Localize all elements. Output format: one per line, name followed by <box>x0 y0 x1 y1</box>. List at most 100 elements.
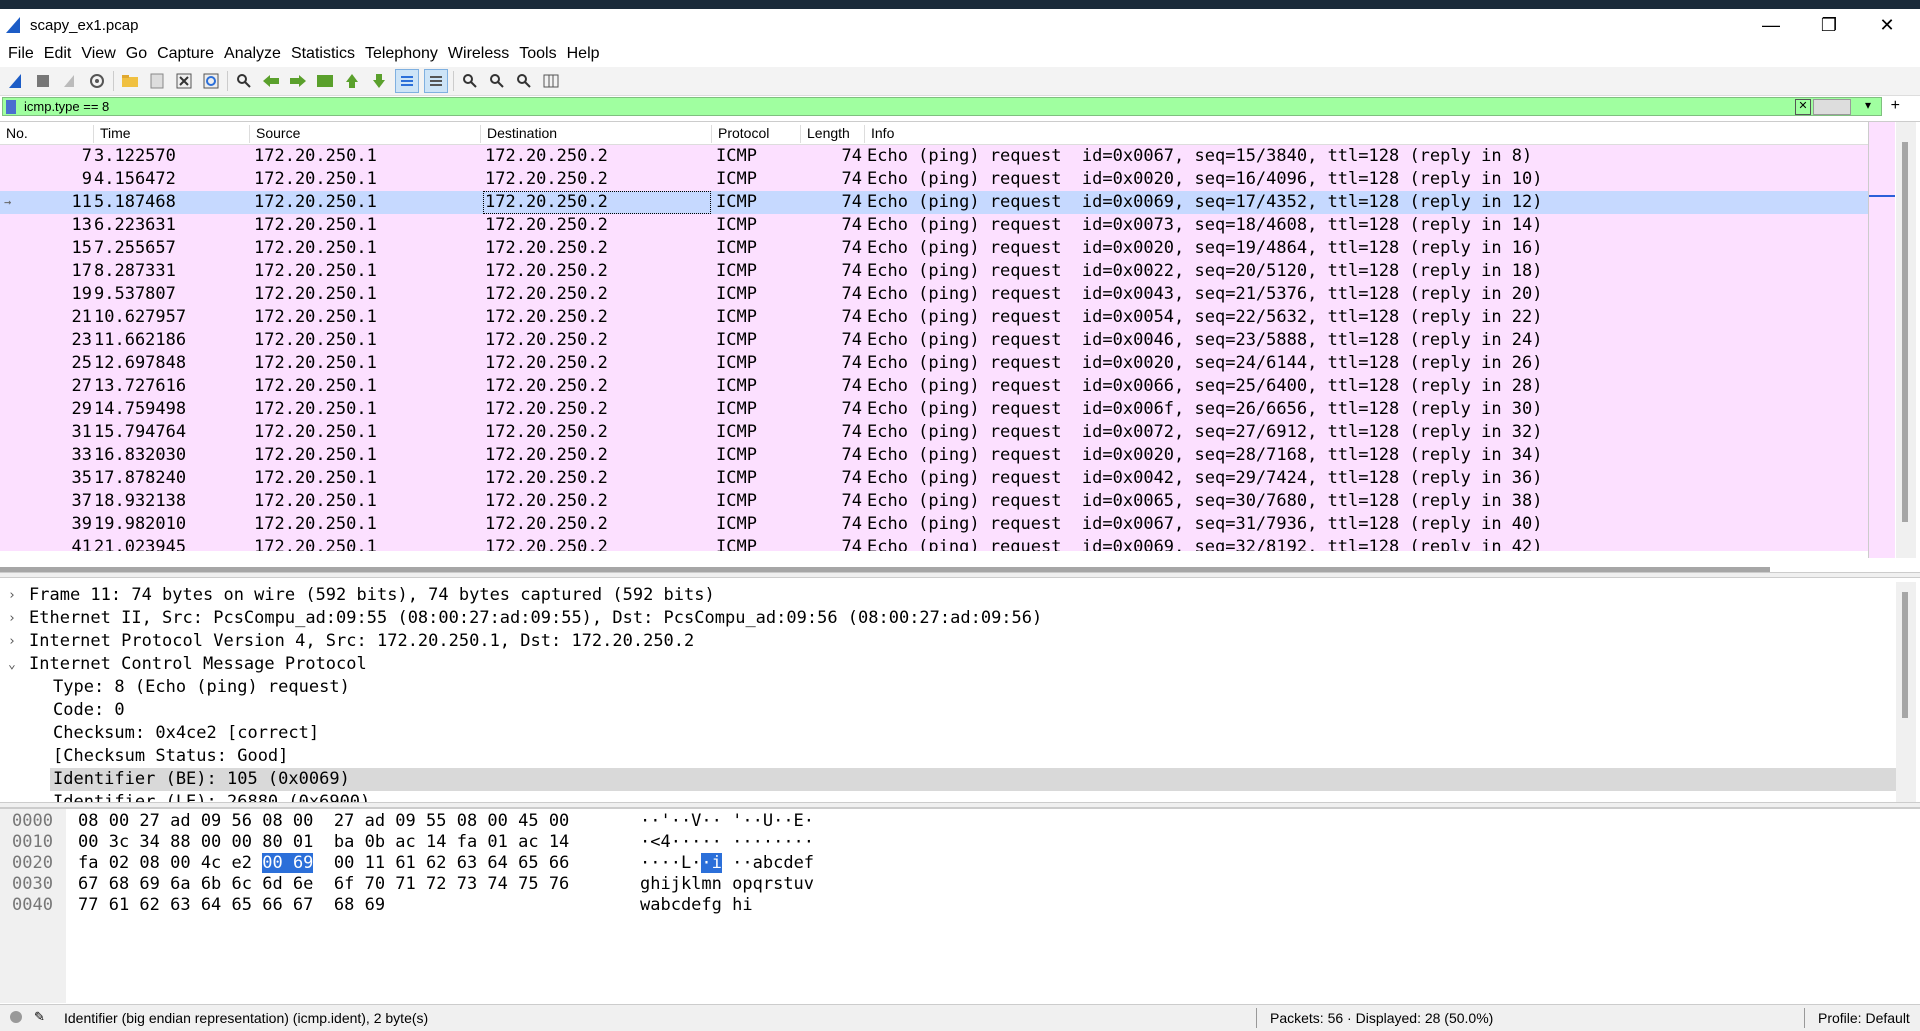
hex-bytes[interactable]: fa 02 08 00 4c e2 00 69 00 11 61 62 63 6… <box>78 853 569 874</box>
packet-row[interactable]: 35 17.878240 172.20.250.1 172.20.250.2 ICMP 7… <box>0 467 1868 490</box>
last-packet-icon[interactable] <box>368 70 390 92</box>
packet-row[interactable]: 17 8.287331 172.20.250.1 172.20.250.2 ICMP 74… <box>0 260 1868 283</box>
add-filter-button-icon[interactable]: + <box>1891 97 1900 115</box>
restart-capture-icon[interactable] <box>59 70 81 92</box>
detail-tree-item[interactable]: › Ethernet II, Src: PcsCompu_ad:09:55 (08… <box>0 607 1898 630</box>
packet-row[interactable]: 31 15.794764 172.20.250.1 172.20.250.2 ICMP 7… <box>0 421 1868 444</box>
packet-row[interactable]: 25 12.697848 172.20.250.1 172.20.250.2 ICMP 7… <box>0 352 1868 375</box>
menu-wireless[interactable]: Wireless <box>448 45 509 63</box>
packet-row[interactable]: 27 13.727616 172.20.250.1 172.20.250.2 ICMP 7… <box>0 375 1868 398</box>
packet-row[interactable]: 29 14.759498 172.20.250.1 172.20.250.2 ICMP 7… <box>0 398 1868 421</box>
ascii-bytes[interactable]: ghijklmn opqrstuv <box>640 874 814 895</box>
profile-indicator[interactable]: Profile: Default <box>1818 1010 1910 1026</box>
detail-tree-item[interactable]: › Frame 11: 74 bytes on wire (592 bits), … <box>0 584 1898 607</box>
packet-list-scrollbar[interactable] <box>1896 122 1916 558</box>
go-to-packet-icon[interactable] <box>314 70 336 92</box>
pane-splitter[interactable] <box>0 572 1920 578</box>
find-packet-icon[interactable] <box>233 70 255 92</box>
close-file-icon[interactable] <box>173 70 195 92</box>
detail-tree-item[interactable]: Checksum: 0x4ce2 [correct] <box>0 722 1898 745</box>
resize-columns-icon[interactable] <box>540 70 562 92</box>
packet-row[interactable]: 33 16.832030 172.20.250.1 172.20.250.2 ICMP 7… <box>0 444 1868 467</box>
filter-history-dropdown[interactable]: ▾ <box>1865 98 1871 112</box>
menu-file[interactable]: File <box>8 45 34 63</box>
zoom-out-icon[interactable] <box>486 70 508 92</box>
scrollbar-thumb[interactable] <box>1902 592 1908 718</box>
collapse-arrow-icon[interactable]: ⌄ <box>8 653 22 676</box>
zoom-in-icon[interactable] <box>459 70 481 92</box>
save-file-icon[interactable] <box>146 70 168 92</box>
menu-view[interactable]: View <box>81 45 115 63</box>
packet-row[interactable]: 11 5.187468 172.20.250.1 172.20.250.2 ICMP 74… <box>0 191 1868 214</box>
hex-bytes[interactable]: 67 68 69 6a 6b 6c 6d 6e 6f 70 71 72 73 7… <box>78 874 569 895</box>
ascii-group-b: ········ <box>732 832 815 852</box>
restore-button[interactable]: ❐ <box>1800 9 1858 41</box>
detail-tree-item[interactable]: ⌄ Internet Control Message Protocol <box>0 653 1898 676</box>
packet-row[interactable]: 9 4.156472 172.20.250.1 172.20.250.2 ICMP 74 E… <box>0 168 1868 191</box>
hex-bytes[interactable]: 77 61 62 63 64 65 66 67 68 69 <box>78 895 385 916</box>
detail-tree-item[interactable]: Code: 0 <box>0 699 1898 722</box>
packet-row[interactable]: 7 3.122570 172.20.250.1 172.20.250.2 ICMP 74 E… <box>0 145 1868 168</box>
normal-size-icon[interactable] <box>513 70 535 92</box>
bookmark-icon[interactable] <box>6 99 16 114</box>
edit-comment-icon[interactable]: ✎ <box>34 1009 45 1025</box>
ascii-bytes[interactable]: ·<4····· ········ <box>640 832 814 853</box>
expand-arrow-icon[interactable]: › <box>8 630 22 653</box>
menu-statistics[interactable]: Statistics <box>291 45 355 63</box>
clear-filter-icon[interactable]: ✕ <box>1795 99 1811 115</box>
menu-go[interactable]: Go <box>126 45 147 63</box>
packet-row[interactable]: 37 18.932138 172.20.250.1 172.20.250.2 ICMP 7… <box>0 490 1868 513</box>
detail-tree-item[interactable]: [Checksum Status: Good] <box>0 745 1898 768</box>
expert-info-icon[interactable] <box>10 1011 22 1023</box>
packet-row[interactable]: 13 6.223631 172.20.250.1 172.20.250.2 ICMP 74… <box>0 214 1868 237</box>
hex-bytes[interactable]: 00 3c 34 88 00 00 80 01 ba 0b ac 14 fa 0… <box>78 832 569 853</box>
menu-help[interactable]: Help <box>567 45 600 63</box>
details-scrollbar[interactable] <box>1896 582 1916 802</box>
minimize-button[interactable]: — <box>1742 9 1800 41</box>
column-header-protocol[interactable]: Protocol <box>712 125 801 143</box>
scrollbar-thumb[interactable] <box>1902 142 1908 522</box>
expand-arrow-icon[interactable]: › <box>8 584 22 607</box>
go-forward-icon[interactable] <box>287 70 309 92</box>
packet-row[interactable]: 19 9.537807 172.20.250.1 172.20.250.2 ICMP 74… <box>0 283 1868 306</box>
reload-file-icon[interactable] <box>200 70 222 92</box>
column-header-time[interactable]: Time <box>94 125 250 143</box>
auto-scroll-icon[interactable] <box>395 69 419 93</box>
packet-row[interactable]: 15 7.255657 172.20.250.1 172.20.250.2 ICMP 74… <box>0 237 1868 260</box>
detail-tree-item[interactable]: Identifier (BE): 105 (0x0069) <box>50 768 1898 791</box>
column-header-destination[interactable]: Destination <box>481 125 712 143</box>
byte-offset: 0040 <box>12 895 53 915</box>
packet-row[interactable]: 23 11.662186 172.20.250.1 172.20.250.2 ICMP 7… <box>0 329 1868 352</box>
packet-minimap[interactable] <box>1868 122 1895 558</box>
menu-edit[interactable]: Edit <box>44 45 72 63</box>
menu-capture[interactable]: Capture <box>157 45 214 63</box>
menu-telephony[interactable]: Telephony <box>365 45 438 63</box>
ascii-bytes[interactable]: ··'··V·· '··U··E· <box>640 811 814 832</box>
apply-filter-button[interactable] <box>1813 99 1851 115</box>
capture-options-icon[interactable] <box>86 70 108 92</box>
colorize-icon[interactable] <box>424 69 448 93</box>
open-file-icon[interactable] <box>119 70 141 92</box>
close-button[interactable]: ✕ <box>1858 9 1916 41</box>
column-header-length[interactable]: Length <box>801 125 865 143</box>
detail-tree-item[interactable]: Type: 8 (Echo (ping) request) <box>0 676 1898 699</box>
stop-capture-icon[interactable] <box>32 70 54 92</box>
packet-row[interactable]: 41 21.023945 172.20.250.1 172.20.250.2 ICMP 7… <box>0 536 1868 551</box>
go-back-icon[interactable] <box>260 70 282 92</box>
column-header-source[interactable]: Source <box>250 125 481 143</box>
menu-analyze[interactable]: Analyze <box>224 45 281 63</box>
detail-tree-item[interactable]: › Internet Protocol Version 4, Src: 172.2… <box>0 630 1898 653</box>
packet-row[interactable]: 39 19.982010 172.20.250.1 172.20.250.2 ICMP 7… <box>0 513 1868 536</box>
detail-tree-item[interactable]: Identifier (LE): 26880 (0x6900) <box>0 791 1898 802</box>
menu-tools[interactable]: Tools <box>519 45 556 63</box>
first-packet-icon[interactable] <box>341 70 363 92</box>
hex-bytes[interactable]: 08 00 27 ad 09 56 08 00 27 ad 09 55 08 0… <box>78 811 569 832</box>
ascii-bytes[interactable]: wabcdefg hi <box>640 895 753 916</box>
ascii-bytes[interactable]: ····L··i ··abcdef <box>640 853 814 874</box>
packet-row[interactable]: 21 10.627957 172.20.250.1 172.20.250.2 ICMP 7… <box>0 306 1868 329</box>
display-filter-input[interactable] <box>22 98 1806 115</box>
start-capture-icon[interactable] <box>5 70 27 92</box>
column-header-info[interactable]: Info <box>865 125 1868 143</box>
expand-arrow-icon[interactable]: › <box>8 607 22 630</box>
column-header-no[interactable]: No. <box>0 125 94 143</box>
